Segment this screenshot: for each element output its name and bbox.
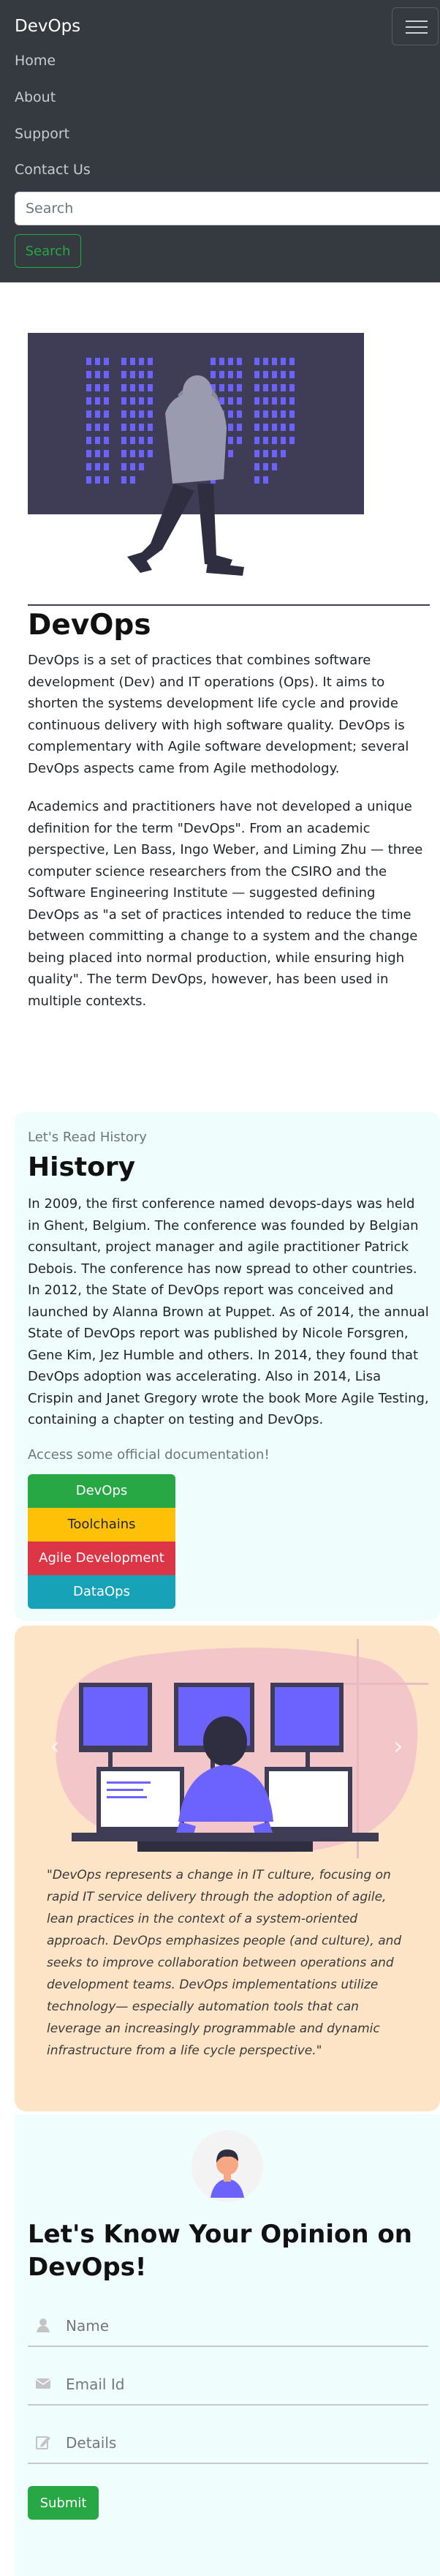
search-button[interactable]: Search (15, 234, 81, 268)
chevron-right-icon[interactable]: › (393, 1732, 403, 1761)
doc-button-agile-development[interactable]: Agile Development (28, 1542, 175, 1575)
developer-workstation-illustration (56, 1639, 428, 1858)
history-eyebrow: Let's Read History (28, 1130, 147, 1145)
history-title: History (28, 1152, 136, 1182)
details-input[interactable] (66, 2429, 417, 2457)
name-field (28, 2305, 428, 2347)
hero-title: DevOps (28, 609, 151, 642)
edit-icon (36, 2436, 50, 2449)
feedback-title: Let's Know Your Opinion on DevOps! (28, 2220, 413, 2282)
nav-link-contact[interactable]: Contact Us (15, 162, 91, 178)
doc-button-dataops[interactable]: DataOps (28, 1575, 175, 1609)
name-input[interactable] (66, 2312, 417, 2340)
menu-toggle-button[interactable] (392, 7, 439, 45)
user-icon (37, 2318, 50, 2332)
doc-button-toolchains[interactable]: Toolchains (28, 1508, 175, 1542)
email-input[interactable] (66, 2370, 417, 2398)
nav-link-home[interactable]: Home (15, 53, 56, 69)
devops-quote: "DevOps represents a change in IT cultur… (47, 1868, 402, 2058)
nav-link-support[interactable]: Support (15, 126, 69, 142)
doc-button-devops[interactable]: DevOps (28, 1474, 175, 1508)
history-body: In 2009, the first conference named devo… (28, 1196, 429, 1427)
email-field (28, 2363, 428, 2406)
avatar (191, 2130, 263, 2202)
submit-button[interactable]: Submit (28, 2486, 99, 2520)
nav-link-about[interactable]: About (15, 89, 56, 105)
devops-hero-illustration (28, 333, 430, 606)
navbar-brand[interactable]: DevOps (15, 17, 80, 36)
navbar: DevOps Home About Support Contact Us Sea… (0, 0, 440, 282)
chevron-left-icon[interactable]: ‹ (50, 1732, 60, 1761)
search-input[interactable] (15, 192, 440, 225)
docs-label: Access some official documentation! (28, 1447, 270, 1462)
definition-paragraph: Academics and practitioners have not dev… (28, 799, 423, 1009)
hamburger-icon (406, 20, 428, 22)
envelope-icon (35, 2378, 51, 2389)
intro-paragraph: DevOps is a set of practices that combin… (28, 653, 409, 776)
details-field (28, 2422, 428, 2464)
person-avatar-icon (210, 2149, 244, 2198)
